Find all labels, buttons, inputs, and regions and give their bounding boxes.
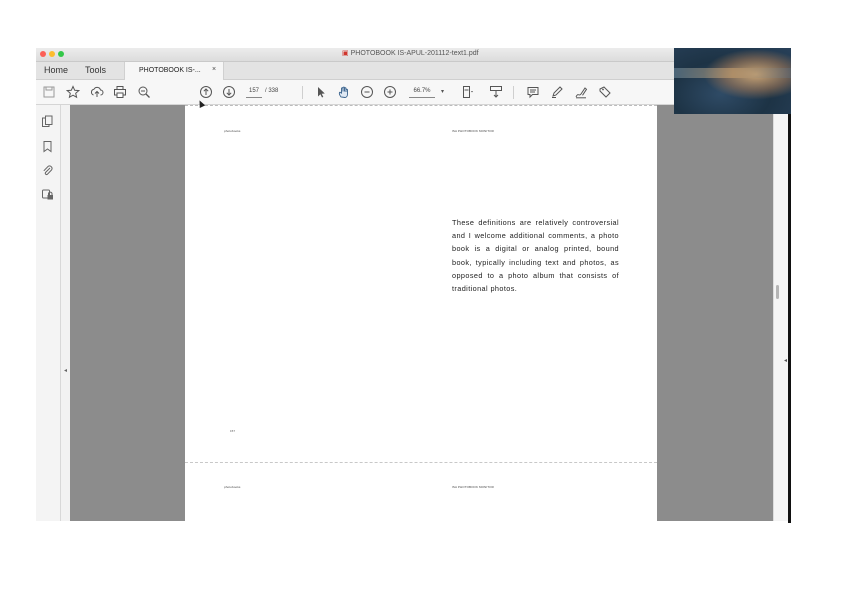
- expand-right-pane-icon[interactable]: ◂: [784, 357, 787, 364]
- zoom-in-icon[interactable]: [383, 85, 397, 99]
- security-lock-icon[interactable]: [41, 188, 54, 201]
- zoom-dropdown-icon[interactable]: ▾: [441, 88, 444, 95]
- left-navigation-panel: [36, 105, 61, 521]
- page-folio: 157: [230, 429, 236, 433]
- close-window-button[interactable]: [40, 51, 46, 57]
- draw-sign-icon[interactable]: [574, 85, 588, 99]
- close-tab-icon[interactable]: ×: [212, 66, 216, 73]
- previous-page-icon[interactable]: [199, 85, 213, 99]
- page-thumbnails-icon[interactable]: [41, 115, 54, 128]
- minimize-window-button[interactable]: [49, 51, 55, 57]
- window-title-text: PHOTOBOOK IS-APUL-201112-text1.pdf: [350, 50, 479, 57]
- select-arrow-icon[interactable]: [314, 85, 328, 99]
- page-total-label: / 338: [265, 88, 279, 94]
- save-icon[interactable]: [42, 85, 56, 99]
- webcam-blur: [674, 68, 791, 78]
- attachment-paperclip-icon[interactable]: [41, 164, 54, 177]
- body-paragraph: These definitions are relatively controv…: [452, 218, 619, 294]
- pdf-page: photobooks ISA PHOTOBOOK MONITOR These d…: [185, 105, 657, 521]
- zoom-level-input[interactable]: 66.7%: [409, 88, 435, 98]
- next-page-icon[interactable]: [222, 85, 236, 99]
- hand-tool-icon[interactable]: [337, 85, 351, 99]
- tab-tools[interactable]: Tools: [85, 65, 106, 75]
- running-head-left: photobooks: [224, 129, 241, 133]
- maximize-window-button[interactable]: [58, 51, 64, 57]
- running-head-right: ISA PHOTOBOOK MONITOR: [452, 129, 494, 133]
- highlight-pen-icon[interactable]: [550, 85, 564, 99]
- acrobat-window: ▣ PHOTOBOOK IS-APUL-201112-text1.pdf Home…: [36, 48, 791, 521]
- vertical-scrollbar-thumb[interactable]: [776, 285, 779, 299]
- document-viewport[interactable]: photobooks ISA PHOTOBOOK MONITOR These d…: [64, 105, 773, 521]
- zoom-search-icon[interactable]: [137, 85, 151, 99]
- collapse-left-panel-icon[interactable]: ◂: [64, 367, 67, 374]
- page-number-input[interactable]: 157: [246, 88, 262, 98]
- tab-document[interactable]: PHOTOBOOK IS-... ×: [124, 62, 224, 80]
- bookmark-star-icon[interactable]: [66, 85, 80, 99]
- tab-home[interactable]: Home: [44, 65, 68, 75]
- pdf-file-icon: ▣: [342, 50, 349, 57]
- next-running-head-left: photobooks: [224, 485, 241, 489]
- window-title: ▣ PHOTOBOOK IS-APUL-201112-text1.pdf: [342, 49, 479, 57]
- print-icon[interactable]: [113, 85, 127, 99]
- upload-cloud-icon[interactable]: [90, 85, 104, 99]
- fit-page-icon[interactable]: [461, 85, 475, 99]
- comment-icon[interactable]: [526, 85, 540, 99]
- scroll-mode-icon[interactable]: [489, 85, 503, 99]
- document-tab-label: PHOTOBOOK IS-...: [139, 67, 201, 74]
- page-break: [185, 462, 657, 463]
- zoom-out-icon[interactable]: [360, 85, 374, 99]
- screen-edge: [788, 57, 791, 523]
- toolbar-divider: [302, 86, 303, 99]
- page-boundary: [185, 105, 657, 107]
- next-running-head-right: ISA PHOTOBOOK MONITOR: [452, 485, 494, 489]
- toolbar-divider: [513, 86, 514, 99]
- stamp-tag-icon[interactable]: [598, 85, 612, 99]
- bookmarks-icon[interactable]: [41, 140, 54, 153]
- webcam-overlay: [674, 48, 791, 114]
